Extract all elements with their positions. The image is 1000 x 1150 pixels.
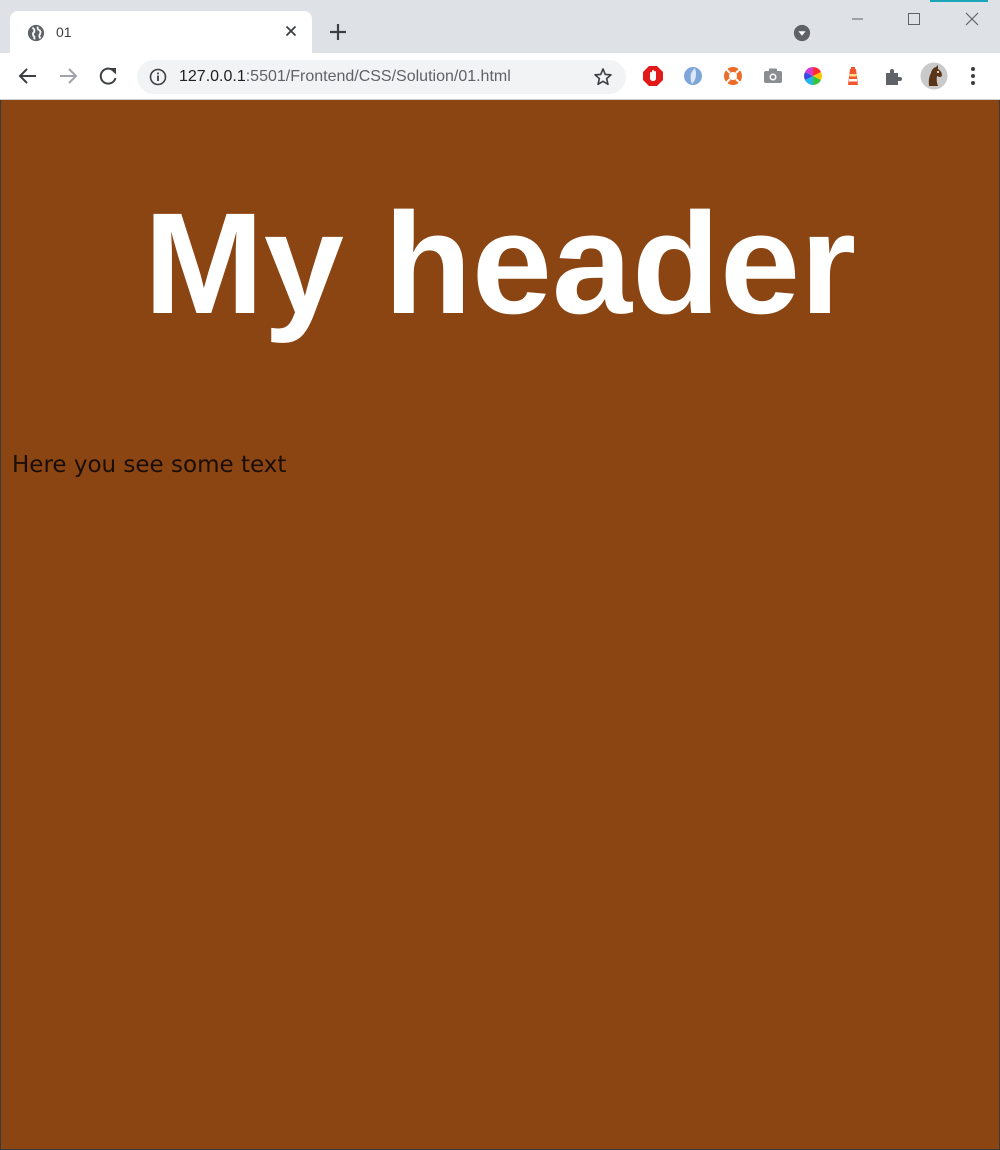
tab-title: 01 <box>56 24 72 40</box>
forward-arrow-icon[interactable] <box>57 65 79 87</box>
reload-icon[interactable] <box>97 65 119 87</box>
close-window-icon[interactable] <box>944 0 1000 40</box>
lifebuoy-icon[interactable] <box>722 65 744 87</box>
url-text[interactable]: 127.0.0.1:5501/Frontend/CSS/Solution/01.… <box>179 68 511 86</box>
tab-search-icon[interactable] <box>793 24 811 42</box>
page-viewport: My header Here you see some text <box>1 100 999 1149</box>
profile-avatar-icon[interactable] <box>920 62 948 90</box>
page-paragraph: Here you see some text <box>12 452 287 478</box>
maximize-icon[interactable] <box>886 0 942 40</box>
address-bar[interactable]: 127.0.0.1:5501/Frontend/CSS/Solution/01.… <box>137 60 626 94</box>
new-tab-icon[interactable] <box>328 22 348 42</box>
tab-strip: 01 <box>0 0 1000 53</box>
camera-icon[interactable] <box>762 65 784 87</box>
url-host: 127.0.0.1 <box>179 68 246 85</box>
bookmark-star-icon[interactable] <box>593 67 613 87</box>
extensions-puzzle-icon[interactable] <box>882 65 904 87</box>
back-arrow-icon[interactable] <box>17 65 39 87</box>
color-wheel-icon[interactable] <box>802 65 824 87</box>
tab-active[interactable]: 01 <box>10 11 312 53</box>
minimize-icon[interactable] <box>830 0 886 40</box>
adblock-icon[interactable] <box>642 65 664 87</box>
browser-window: 01 127.0.0.1:5501/Frontend/CSS/Solution/… <box>0 0 1000 1150</box>
frame-border-left <box>0 100 1 1150</box>
dropbox-like-icon[interactable] <box>682 65 704 87</box>
close-tab-icon[interactable] <box>282 22 300 40</box>
page-heading: My header <box>143 183 857 344</box>
url-path: :5501/Frontend/CSS/Solution/01.html <box>245 68 511 85</box>
info-icon[interactable] <box>149 68 167 86</box>
more-menu-icon[interactable] <box>963 65 983 87</box>
browser-toolbar: 127.0.0.1:5501/Frontend/CSS/Solution/01.… <box>0 53 1000 100</box>
globe-icon <box>27 24 45 42</box>
lighthouse-icon[interactable] <box>842 65 864 87</box>
